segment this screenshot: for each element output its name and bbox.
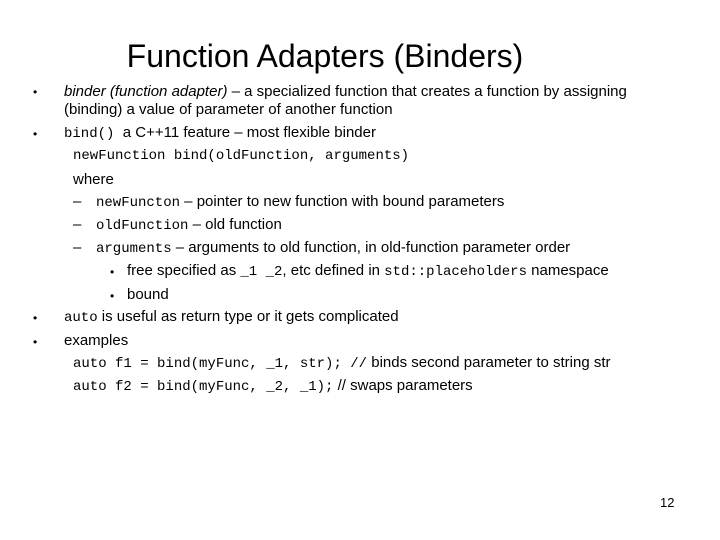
- bind-code: bind(): [64, 126, 115, 142]
- example-line: auto f2 = bind(myFunc, _2, _1); // swaps…: [73, 377, 473, 396]
- example-comment: binds second parameter to string str: [367, 354, 611, 371]
- binder-definition: – a specialized function that creates a …: [227, 83, 627, 100]
- page-number: 12: [660, 495, 675, 510]
- example-code: auto f1 = bind(myFunc, _1, str); //: [73, 356, 368, 372]
- bullet2-line: bind() a C++11 feature – most flexible b…: [64, 124, 376, 143]
- subitem-text: free specified as: [127, 262, 241, 279]
- bullet-icon: •: [110, 289, 115, 303]
- bullet3-line: auto is useful as return type or it gets…: [64, 308, 399, 327]
- dash-icon: –: [73, 193, 82, 210]
- bullet1-line1: binder (function adapter) – a specialize…: [64, 83, 627, 101]
- auto-description: is useful as return type or it gets comp…: [97, 308, 399, 325]
- bind-signature: newFunction bind(oldFunction, arguments): [73, 148, 410, 164]
- examples-label: examples: [64, 332, 129, 349]
- where-item: oldFunction – old function: [96, 216, 282, 235]
- placeholder-code: _1 _2: [240, 264, 283, 280]
- namespace-code: std::placeholders: [384, 264, 527, 280]
- where-label: where: [73, 171, 114, 188]
- subitem-text: , etc defined in: [282, 262, 385, 279]
- bullet-icon: •: [33, 335, 38, 349]
- item-code: arguments: [96, 241, 172, 257]
- bullet1-line2: (binding) a value of parameter of anothe…: [64, 101, 393, 118]
- dash-icon: –: [73, 216, 82, 233]
- bound-subitem: bound: [127, 286, 169, 303]
- subitem-text: namespace: [526, 262, 609, 279]
- item-text: – pointer to new function with bound par…: [180, 193, 505, 210]
- example-code: auto f2 = bind(myFunc, _2, _1);: [73, 379, 334, 395]
- placeholder-subitem: free specified as _1 _2, etc defined in …: [127, 262, 609, 281]
- item-code: newFuncton: [96, 195, 181, 211]
- example-comment: // swaps parameters: [333, 377, 473, 394]
- bind-description: a C++11 feature – most flexible binder: [114, 124, 376, 141]
- auto-code: auto: [64, 310, 98, 326]
- where-item: newFuncton – pointer to new function wit…: [96, 193, 504, 212]
- dash-icon: –: [73, 239, 82, 256]
- bullet-icon: •: [33, 127, 38, 141]
- slide-title: Function Adapters (Binders): [126, 38, 524, 74]
- example-line: auto f1 = bind(myFunc, _1, str); // bind…: [73, 354, 611, 373]
- where-item: arguments – arguments to old function, i…: [96, 239, 570, 258]
- bullet-icon: •: [33, 85, 38, 99]
- bullet-icon: •: [110, 265, 115, 279]
- item-code: oldFunction: [96, 218, 189, 234]
- item-text: – old function: [188, 216, 282, 233]
- item-text: – arguments to old function, in old-func…: [171, 239, 571, 256]
- binder-term: binder (function adapter): [64, 83, 228, 100]
- bullet-icon: •: [33, 311, 38, 325]
